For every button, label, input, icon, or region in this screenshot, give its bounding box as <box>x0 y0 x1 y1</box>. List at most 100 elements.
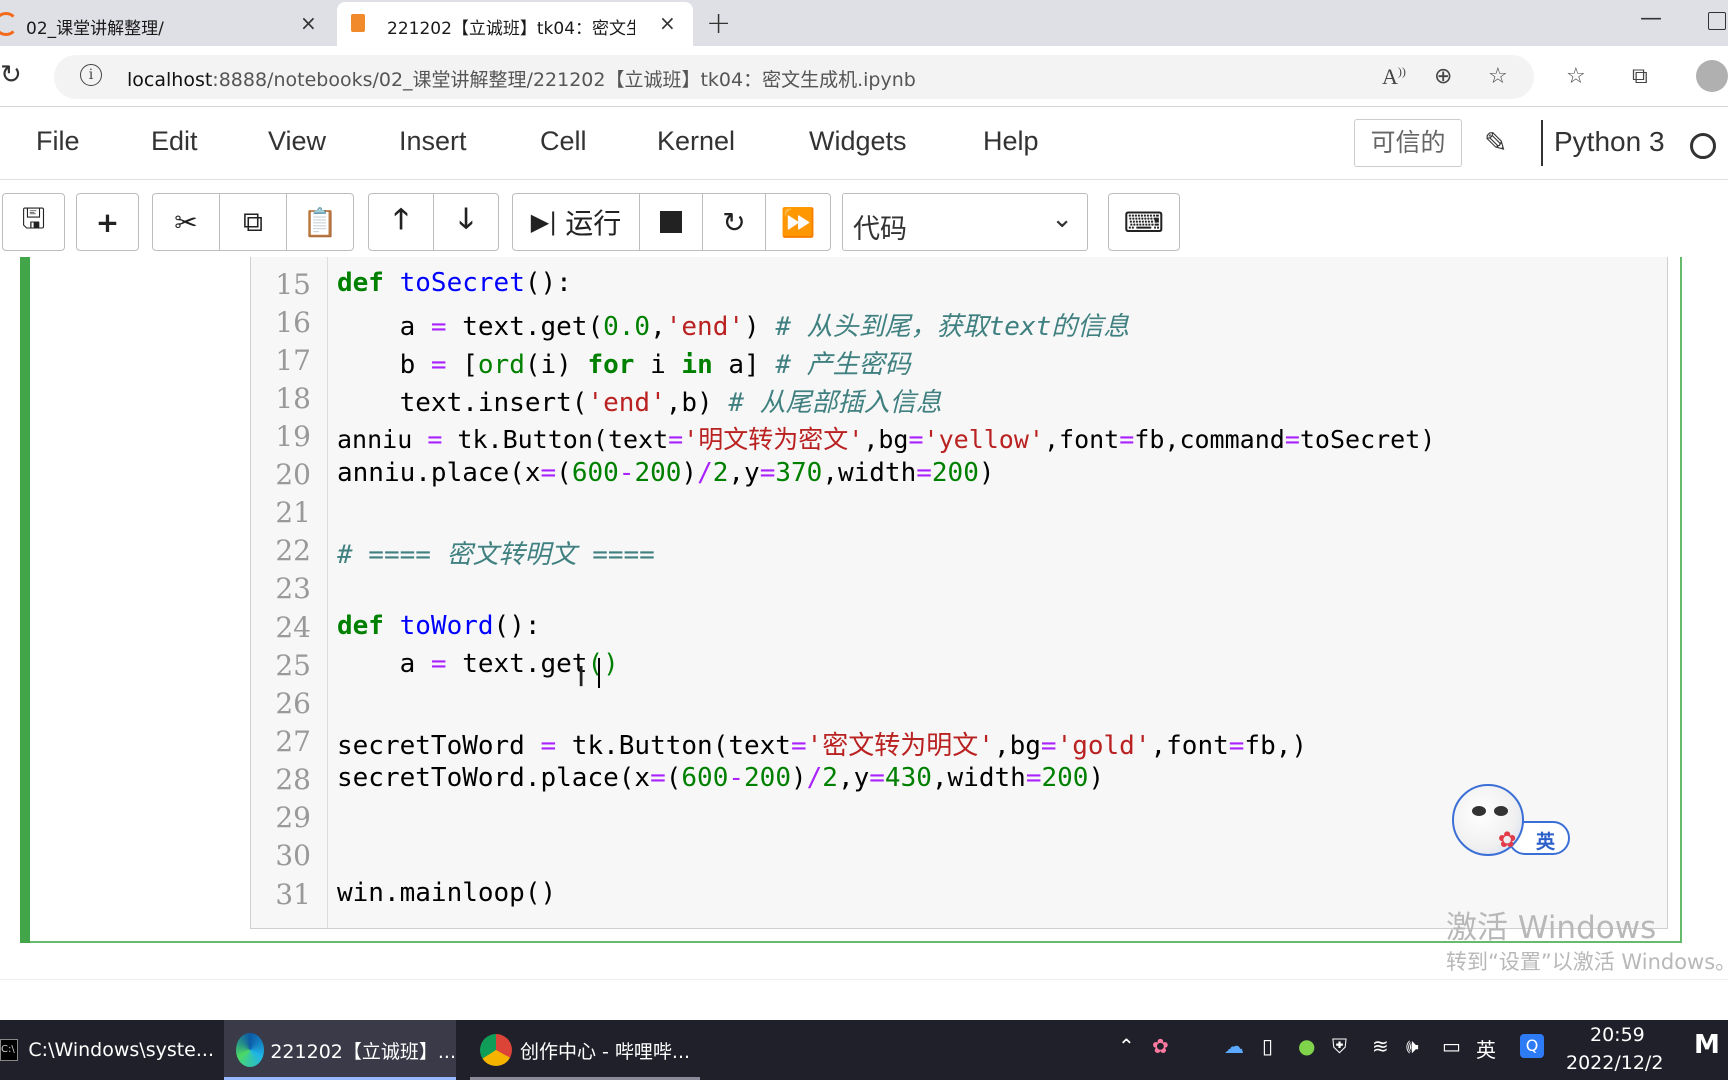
tab-label: 02_课堂讲解整理/ <box>26 19 164 39</box>
close-tab-icon[interactable]: × <box>300 11 317 35</box>
line-number: 29 <box>275 801 311 834</box>
url-text[interactable]: localhost:8888/notebooks/02_课堂讲解整理/22120… <box>127 65 916 92</box>
menu-edit[interactable]: Edit <box>151 126 198 157</box>
volume-icon[interactable]: 🕪 <box>1406 1034 1419 1058</box>
code-text: # ==== 密文转明文 ==== <box>337 540 655 570</box>
terminal-icon: C:\ <box>0 1039 19 1061</box>
code-line[interactable]: 22 # ==== 密文转明文 ==== <box>251 534 1661 572</box>
taskbar-app-cmd[interactable]: C:\ C:\Windows\syste... <box>0 1020 214 1080</box>
insert-cell-button[interactable]: + <box>76 193 139 251</box>
code-line-current[interactable]: 25 a = text.get() <box>251 649 1661 687</box>
save-button[interactable]: 🖫 <box>2 193 65 251</box>
ime-tray-icon[interactable]: ✿ <box>1152 1034 1169 1058</box>
taskbar-app-label: 创作中心 - 哔哩哔... <box>520 1040 691 1063</box>
chevron-up-icon[interactable]: ⌃ <box>1118 1034 1135 1058</box>
code-text: anniu.place(x=(600-200)/2,y=370,width=20… <box>337 458 995 488</box>
code-line[interactable]: 18 text.insert('end',b) # 从尾部插入信息 <box>251 382 1661 420</box>
copy-icon: ⧉ <box>243 205 263 238</box>
clock-time[interactable]: 20:59 <box>1590 1024 1645 1046</box>
code-line[interactable]: 20 anniu.place(x=(600-200)/2,y=370,width… <box>251 458 1661 496</box>
code-text: win.mainloop() <box>337 878 557 908</box>
cut-button[interactable]: ✂ <box>152 193 220 251</box>
code-line[interactable]: 21 <box>251 496 1661 534</box>
line-number: 17 <box>275 344 311 377</box>
minimize-icon[interactable]: — <box>1640 6 1662 31</box>
scissors-icon: ✂ <box>174 205 198 239</box>
code-line-clipped <box>251 238 1661 257</box>
line-number: 31 <box>275 878 311 911</box>
fast-forward-icon: ⏩ <box>780 205 816 239</box>
qq-browser-icon[interactable]: Q <box>1520 1034 1544 1058</box>
line-number: 26 <box>275 687 311 720</box>
line-number: 28 <box>275 763 311 796</box>
jupyter-favicon-icon <box>0 12 18 36</box>
trusted-indicator[interactable]: 可信的 <box>1354 119 1462 167</box>
code-line[interactable]: 24 def toWord(): <box>251 611 1661 649</box>
paste-icon: 📋 <box>302 205 338 239</box>
menu-kernel[interactable]: Kernel <box>657 126 735 157</box>
line-number: 20 <box>275 458 311 491</box>
zoom-icon[interactable]: ⊕ <box>1434 64 1452 89</box>
site-info-icon[interactable]: i <box>80 64 102 86</box>
browser-tab-inactive[interactable]: 02_课堂讲解整理/ × <box>0 2 330 46</box>
menu-file[interactable]: File <box>36 126 80 157</box>
code-line[interactable]: 17 b = [ord(i) for i in a] # 产生密码 <box>251 344 1661 382</box>
battery-icon[interactable]: ▭ <box>1442 1034 1461 1058</box>
code-text: def toSecret(): <box>337 268 572 298</box>
browser-tab-active[interactable]: 221202【立诚班】tk04：密文生成 × <box>337 2 693 46</box>
code-line[interactable]: 27 secretToWord = tk.Button(text='密文转为明文… <box>251 725 1661 763</box>
pencil-icon[interactable]: ✎ <box>1484 126 1507 159</box>
line-number: 21 <box>275 496 311 529</box>
menu-cell[interactable]: Cell <box>540 126 587 157</box>
menu-insert[interactable]: Insert <box>399 126 467 157</box>
code-line[interactable]: 16 a = text.get(0.0,'end') # 从头到尾，获取text… <box>251 306 1661 344</box>
activation-watermark-title: 激活 Windows <box>1446 910 1657 946</box>
maximize-icon[interactable] <box>1708 12 1726 30</box>
mascot-eye-left <box>1472 806 1486 816</box>
read-aloud-icon[interactable]: A)) <box>1382 64 1406 90</box>
code-line[interactable]: 28 secretToWord.place(x=(600-200)/2,y=43… <box>251 763 1661 801</box>
menu-widgets[interactable]: Widgets <box>809 126 907 157</box>
code-line[interactable]: 29 <box>251 801 1661 839</box>
usb-icon[interactable]: ▯ <box>1262 1034 1273 1058</box>
line-number: 22 <box>275 534 311 567</box>
kernel-name[interactable]: Python 3 <box>1554 126 1665 158</box>
close-tab-icon[interactable]: × <box>659 11 676 35</box>
tab-label: 221202【立诚班】tk04：密文生成 <box>387 19 635 39</box>
add-favorite-icon[interactable]: ☆ <box>1488 64 1508 89</box>
input-language-label[interactable]: 英 <box>1476 1034 1496 1063</box>
line-number: 16 <box>275 306 311 339</box>
line-number: 30 <box>275 839 311 872</box>
stop-icon <box>660 211 682 233</box>
menu-help[interactable]: Help <box>983 126 1039 157</box>
chevron-down-icon: ⌄ <box>1051 204 1073 234</box>
code-line[interactable]: 19 anniu = tk.Button(text='明文转为密文',bg='y… <box>251 420 1661 458</box>
onedrive-icon[interactable]: ☁ <box>1224 1034 1244 1058</box>
code-line[interactable]: 23 <box>251 572 1661 610</box>
security-icon[interactable]: ● <box>1298 1034 1315 1058</box>
code-line[interactable]: 26 <box>251 687 1661 725</box>
url-host: localhost <box>127 69 213 91</box>
defender-icon[interactable]: ⛨ <box>1332 1034 1347 1058</box>
clock-date[interactable]: 2022/12/2 <box>1566 1052 1663 1074</box>
taskbar-app-edge[interactable]: 221202【立诚班】... <box>224 1020 456 1080</box>
ime-mascot-icon: ✿ <box>1452 784 1524 856</box>
text-cursor <box>598 658 600 688</box>
edge-icon <box>236 1033 265 1067</box>
code-line[interactable]: 15 def toSecret(): <box>251 268 1661 306</box>
wifi-icon[interactable]: ≋ <box>1372 1034 1389 1058</box>
code-line[interactable]: 30 <box>251 839 1661 877</box>
taskbar-app-chrome[interactable]: 创作中心 - 哔哩哔... <box>470 1020 700 1080</box>
reload-icon[interactable]: ↻ <box>0 60 22 90</box>
kernel-divider <box>1541 120 1543 166</box>
ime-floating-badge[interactable]: 英 ✿ <box>1452 784 1572 856</box>
url-path: :8888/notebooks/02_课堂讲解整理/221202【立诚班】tk0… <box>212 69 916 91</box>
ibeam-cursor-icon: I <box>577 660 586 693</box>
menu-view[interactable]: View <box>268 126 326 157</box>
profile-avatar[interactable] <box>1696 60 1728 92</box>
collections-icon[interactable]: ⧉ <box>1632 64 1648 89</box>
mascot-eye-right <box>1494 806 1508 816</box>
new-tab-button[interactable]: + <box>706 6 731 41</box>
favorites-icon[interactable]: ☆ <box>1566 64 1586 89</box>
notification-icon[interactable]: M <box>1694 1030 1720 1060</box>
